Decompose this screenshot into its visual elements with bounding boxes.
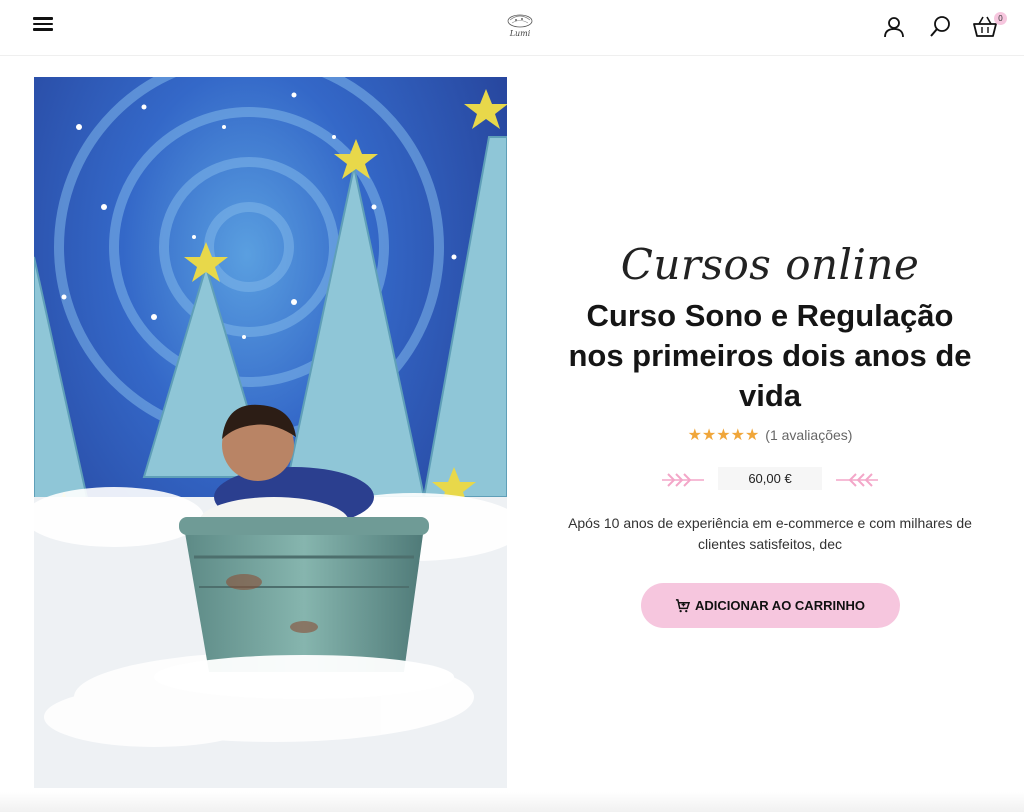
product-image[interactable]: [34, 77, 507, 788]
product-info: Cursos online Curso Sono e Regulação nos…: [560, 226, 980, 628]
rating-stars-icon: ★★★★★: [687, 427, 760, 444]
user-icon[interactable]: [881, 14, 907, 40]
page-bottom-edge: [0, 792, 1024, 812]
product-description: Após 10 anos de experiência em e-commerc…: [568, 515, 972, 552]
rating-count: (1 avaliações): [765, 427, 853, 443]
cart-plus-icon: [675, 599, 691, 613]
search-icon[interactable]: [927, 14, 953, 40]
left-laurel-icon: [662, 473, 704, 487]
site-header: Lumi 0: [0, 0, 1024, 56]
product-category[interactable]: Cursos online: [560, 226, 980, 304]
cart-count-badge: 0: [994, 12, 1007, 25]
product-price: 60,00 €: [718, 467, 822, 490]
right-laurel-icon: [836, 473, 878, 487]
site-logo[interactable]: Lumi: [502, 10, 538, 42]
price-row: 60,00 €: [560, 467, 980, 493]
add-to-cart-label: ADICIONAR AO CARRINHO: [695, 598, 865, 613]
product-rating[interactable]: ★★★★★ (1 avaliações): [560, 425, 980, 445]
product-title: Curso Sono e Regulação nos primeiros doi…: [568, 298, 972, 413]
hamburger-menu-icon[interactable]: [32, 15, 56, 37]
logo-text: Lumi: [509, 29, 531, 38]
add-to-cart-button[interactable]: ADICIONAR AO CARRINHO: [640, 583, 900, 628]
